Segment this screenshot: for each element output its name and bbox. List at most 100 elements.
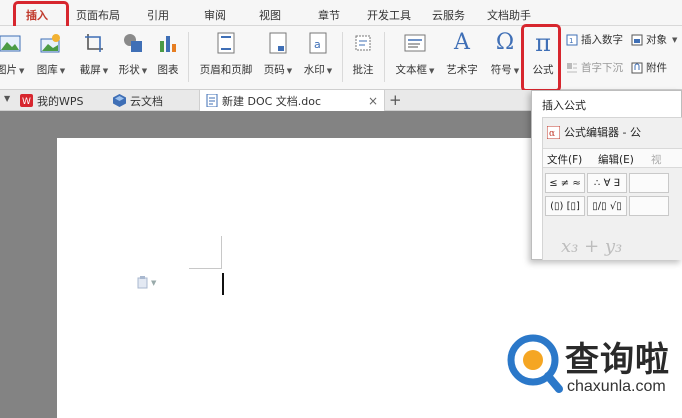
shapes-button[interactable]: 形状 ▼: [115, 30, 151, 77]
header-footer-label: 页眉和页脚: [199, 64, 253, 76]
add-tab-icon[interactable]: +: [389, 91, 402, 109]
object-label: 对象: [646, 34, 667, 46]
formula-editor-title-text: 公式编辑器 - 公: [564, 126, 641, 139]
relation-symbols-cell[interactable]: ≤ ≠ ≈: [545, 173, 585, 193]
symbol-palette-row: ≤ ≠ ≈ ∴ ∀ ∃: [545, 173, 669, 193]
magnifier-logo-icon: [507, 334, 563, 393]
more-symbols-cell[interactable]: [629, 173, 669, 193]
eq-menu-edit[interactable]: 编辑(E): [598, 152, 634, 167]
bracket-templates-cell[interactable]: (▯) [▯]: [545, 196, 585, 216]
formula-editor-menubar: 文件(F) 编辑(E) 视: [543, 148, 682, 168]
page-number-icon: [269, 32, 287, 54]
formula-button-highlight: [521, 24, 561, 92]
shapes-icon: [124, 34, 142, 52]
insert-number-label: 插入数字: [581, 34, 623, 46]
wordart-label: 艺术字: [446, 64, 478, 76]
fraction-radical-templates-cell[interactable]: ▯∕▯ √▯: [587, 196, 627, 216]
svg-text:a: a: [314, 38, 321, 51]
cloud-doc-icon: [113, 94, 126, 107]
text-cursor: [222, 273, 224, 295]
gallery-button[interactable]: 图库 ▼: [33, 30, 69, 77]
screenshot-label: 截屏: [79, 64, 101, 76]
textbox-label: 文本框: [395, 64, 428, 76]
gallery-icon: [40, 34, 60, 53]
tab-chapter[interactable]: 章节: [318, 7, 340, 23]
chart-icon: [160, 36, 176, 52]
chart-label: 图表: [157, 64, 179, 76]
omega-icon: Ω: [495, 30, 515, 55]
margin-corner-mark: [189, 268, 222, 269]
insert-formula-popup: 插入公式 α 公式编辑器 - 公 文件(F) 编辑(E) 视 ≤ ≠ ≈ ∴ ∀…: [531, 90, 682, 260]
tab-review[interactable]: 审阅: [204, 7, 226, 23]
more-templates-cell[interactable]: [629, 196, 669, 216]
comment-icon: [355, 35, 371, 51]
page-number-button[interactable]: 页码 ▼: [260, 30, 296, 77]
logic-symbols-cell[interactable]: ∴ ∀ ∃: [587, 173, 627, 193]
page-number-label: 页码: [263, 64, 285, 76]
textbox-button[interactable]: 文本框 ▼: [392, 30, 438, 77]
margin-corner-mark: [221, 236, 222, 269]
symbol-label: 符号: [490, 64, 512, 76]
formula-editor-title: α 公式编辑器 - 公: [547, 124, 641, 140]
tab-page-layout[interactable]: 页面布局: [76, 7, 120, 23]
insert-number-button[interactable]: 1 插入数字: [566, 32, 623, 47]
tab-new-doc-label: 新建 DOC 文档.doc: [222, 94, 322, 108]
eq-menu-file[interactable]: 文件(F): [547, 152, 582, 167]
watermark-button[interactable]: a 水印 ▼: [300, 30, 336, 77]
textbox-icon: [404, 34, 426, 52]
header-footer-icon: [217, 32, 235, 54]
insert-number-icon: 1: [566, 34, 578, 45]
wordart-button[interactable]: A 艺术字: [442, 30, 482, 77]
watermark-icon: a: [309, 32, 327, 54]
svg-text:α: α: [549, 129, 555, 139]
comment-button[interactable]: 批注: [348, 30, 378, 77]
close-tab-icon[interactable]: ×: [368, 94, 378, 108]
wps-logo-icon: W: [20, 94, 33, 107]
attachment-label: 附件: [646, 62, 667, 74]
drop-cap-button[interactable]: 首字下沉: [566, 60, 623, 75]
menu-tab-bar: 插入 页面布局 引用 审阅 视图 章节 开发工具 云服务 文档助手: [0, 0, 682, 26]
tab-view[interactable]: 视图: [259, 7, 281, 23]
picture-label: 图片: [0, 64, 17, 76]
chevron-down-icon: ▼: [151, 278, 157, 287]
tab-references[interactable]: 引用: [147, 7, 169, 23]
picture-button[interactable]: 图片 ▼: [0, 30, 24, 77]
popup-title: 插入公式: [542, 99, 586, 112]
tab-cloud-docs[interactable]: 云文档: [113, 90, 163, 111]
watermark-url: chaxunla.com: [567, 378, 666, 395]
ribbon-separator: [384, 32, 385, 82]
ribbon-toolbar: 图片 ▼ 图库 ▼ 截屏 ▼ 形状 ▼ 图表 页眉和页脚 页码 ▼ a 水印 ▼ 批注 文本…: [0, 26, 682, 90]
attachment-icon: [631, 62, 643, 73]
formula-preview-text: x₃ + y₃: [561, 236, 623, 257]
wordart-icon: A: [454, 30, 470, 55]
tab-cloud-docs-label: 云文档: [130, 94, 163, 108]
paste-options-icon: [137, 276, 148, 289]
object-icon: [631, 34, 643, 45]
svg-text:W: W: [22, 97, 31, 107]
watermark-label: 水印: [303, 64, 325, 76]
equation-editor-icon: α: [547, 125, 560, 139]
object-button[interactable]: 对象 ▼: [631, 32, 677, 47]
picture-icon: [0, 35, 21, 52]
eq-menu-view[interactable]: 视: [651, 152, 662, 167]
tab-new-doc[interactable]: 新建 DOC 文档.doc ×: [199, 90, 385, 111]
drop-cap-label: 首字下沉: [581, 62, 623, 74]
svg-text:1: 1: [569, 37, 573, 45]
tab-doc-assistant[interactable]: 文档助手: [487, 7, 531, 23]
chart-button[interactable]: 图表: [154, 30, 182, 77]
screenshot-icon: [85, 34, 103, 52]
screenshot-button[interactable]: 截屏 ▼: [75, 30, 113, 77]
symbol-button[interactable]: Ω 符号 ▼: [488, 30, 522, 77]
gallery-label: 图库: [36, 64, 58, 76]
tab-my-wps-label: 我的WPS: [37, 94, 84, 108]
formula-editor-preview[interactable]: α 公式编辑器 - 公 文件(F) 编辑(E) 视 ≤ ≠ ≈ ∴ ∀ ∃ (▯…: [542, 117, 682, 260]
chevron-down-icon[interactable]: ▼: [4, 94, 10, 103]
site-watermark: 查询啦 chaxunla.com: [505, 330, 677, 410]
ribbon-separator: [342, 32, 343, 82]
tab-cloud-service[interactable]: 云服务: [432, 7, 465, 23]
tab-developer[interactable]: 开发工具: [367, 7, 411, 23]
header-footer-button[interactable]: 页眉和页脚: [196, 30, 256, 77]
paste-options-button[interactable]: ▼: [137, 276, 156, 289]
attachment-button[interactable]: 附件: [631, 60, 667, 75]
tab-my-wps[interactable]: W 我的WPS: [20, 90, 84, 111]
